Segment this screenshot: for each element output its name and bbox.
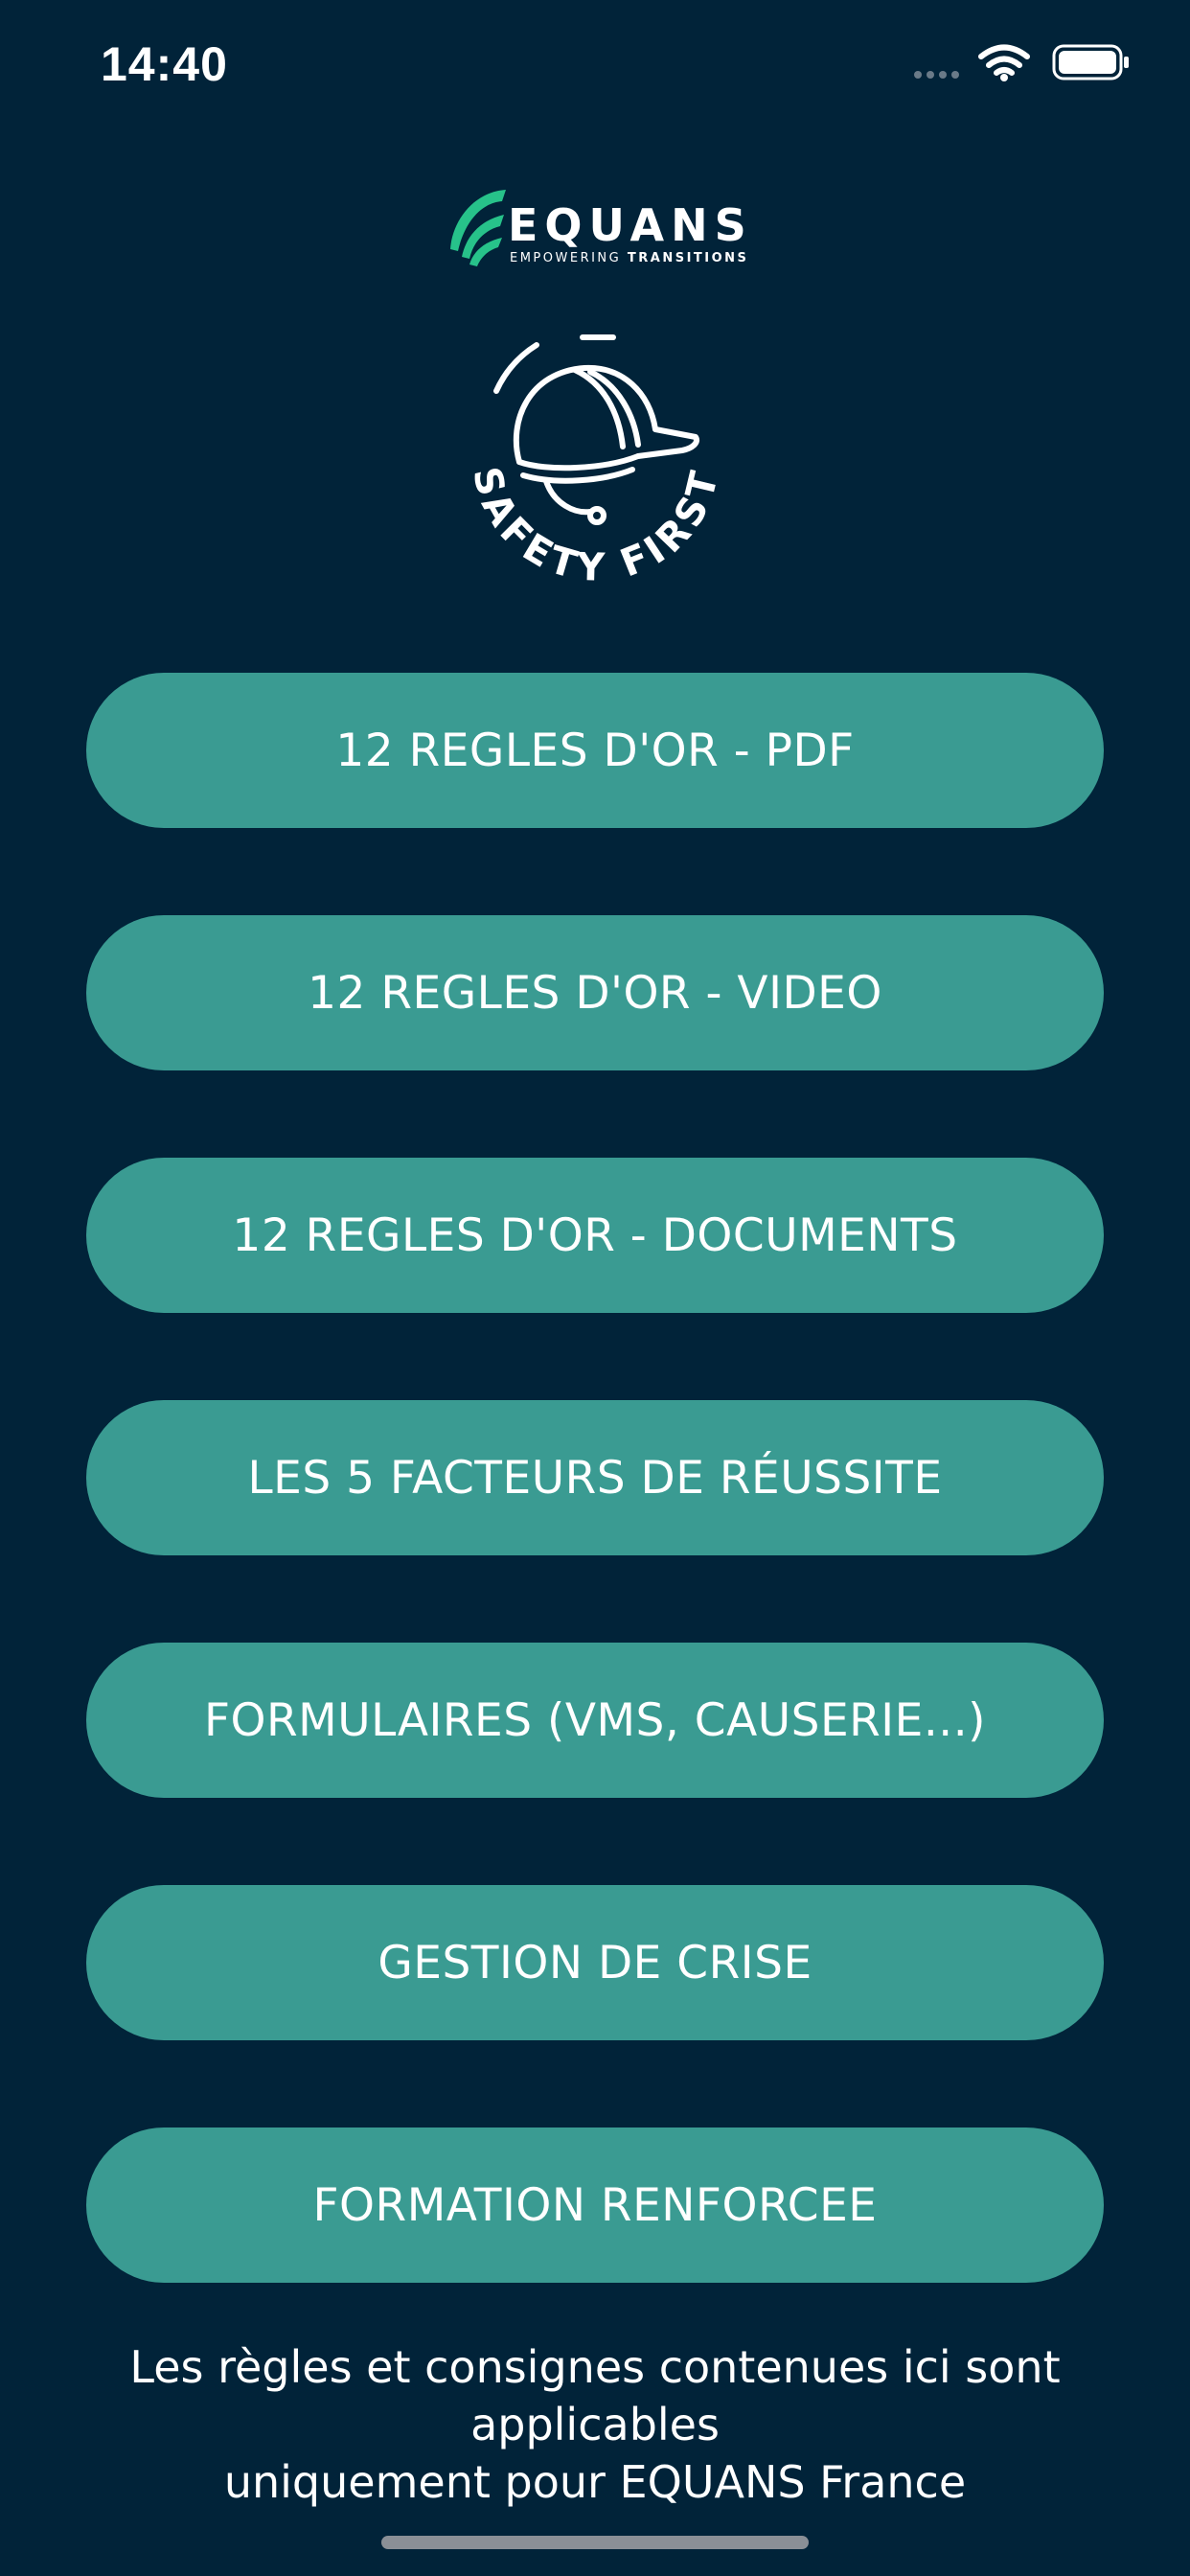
footer-line-1: Les règles et consignes contenues ici so…	[129, 2341, 1061, 2450]
menu-button-video[interactable]: 12 REGLES D'OR - VIDEO	[86, 915, 1104, 1070]
menu-button-label: 12 REGLES D'OR - DOCUMENTS	[232, 1208, 958, 1262]
status-bar: 14:40	[0, 0, 1190, 129]
menu-button-documents[interactable]: 12 REGLES D'OR - DOCUMENTS	[86, 1158, 1104, 1313]
wifi-icon	[978, 44, 1030, 76]
status-time: 14:40	[101, 37, 228, 91]
helmet-icon	[493, 334, 699, 525]
menu-button-forms[interactable]: FORMULAIRES (VMS, CAUSERIE...)	[86, 1643, 1104, 1798]
tagline-part2: TRANSITIONS	[627, 251, 749, 265]
menu-button-label: 12 REGLES D'OR - VIDEO	[308, 966, 882, 1020]
menu-button-label: FORMATION RENFORCEE	[312, 2178, 878, 2232]
menu-button-success-factors[interactable]: LES 5 FACTEURS DE RÉUSSITE	[86, 1400, 1104, 1555]
wifi-dot	[1000, 74, 1008, 81]
status-icons	[914, 44, 1129, 81]
tagline-part1: EMPOWERING	[510, 251, 622, 265]
logo-wordmark: EQUANS	[508, 199, 753, 251]
menu-button-pdf[interactable]: 12 REGLES D'OR - PDF	[86, 673, 1104, 828]
badge-text: SAFETY FIRST	[464, 463, 728, 590]
equans-logo-mark-icon	[450, 190, 506, 266]
menu-button-label: LES 5 FACTEURS DE RÉUSSITE	[247, 1451, 943, 1505]
battery-icon	[1052, 44, 1129, 80]
menu-button-label: GESTION DE CRISE	[378, 1936, 812, 1990]
footer-line-2: uniquement pour EQUANS France	[223, 2456, 967, 2508]
menu-button-training[interactable]: FORMATION RENFORCEE	[86, 2128, 1104, 2283]
menu-button-label: FORMULAIRES (VMS, CAUSERIE...)	[203, 1693, 987, 1747]
menu-button-crisis-management[interactable]: GESTION DE CRISE	[86, 1885, 1104, 2040]
menu-button-label: 12 REGLES D'OR - PDF	[335, 724, 855, 777]
equans-logo: EQUANS EMPOWERING TRANSITIONS	[441, 182, 757, 278]
footer-disclaimer: Les règles et consignes contenues ici so…	[0, 2338, 1190, 2511]
logo-tagline: EMPOWERING TRANSITIONS	[510, 251, 748, 265]
signal-dots-icon	[914, 71, 959, 79]
safety-first-badge: SAFETY FIRST	[464, 334, 728, 590]
home-indicator[interactable]	[381, 2536, 809, 2549]
